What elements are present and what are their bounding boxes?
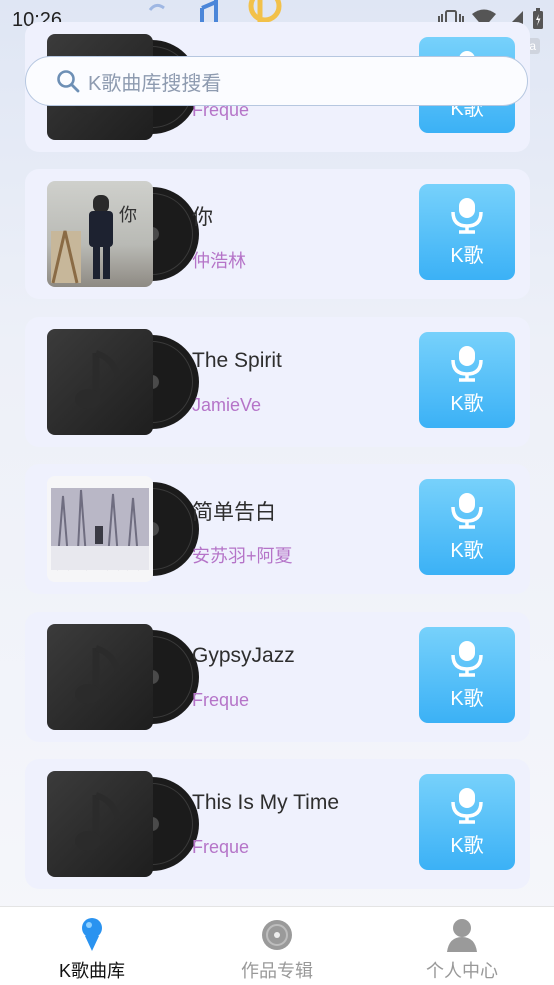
song-artist: Freque — [192, 690, 250, 710]
search-placeholder: K歌曲库搜搜看 — [88, 72, 222, 95]
music-note-icon — [75, 792, 121, 851]
karaoke-button[interactable]: K歌 — [419, 627, 515, 723]
music-note-icon — [75, 645, 121, 704]
album-cover-photo: 你 — [47, 181, 153, 287]
album-art — [47, 624, 199, 730]
song-card[interactable]: GypsyJazz Freque K歌 — [25, 612, 530, 742]
search-icon — [57, 70, 80, 93]
karaoke-label: K歌 — [450, 540, 484, 562]
music-note-icon — [75, 350, 121, 409]
disc-icon — [262, 920, 292, 950]
search-bar[interactable]: K歌曲库搜搜看 — [25, 56, 528, 106]
song-title: GypsyJazz — [192, 644, 295, 667]
karaoke-label: K歌 — [450, 688, 484, 710]
album-art — [47, 329, 199, 435]
album-art — [47, 476, 199, 582]
microphone-icon — [451, 493, 483, 529]
album-art — [47, 771, 199, 877]
tab-k-song-library[interactable]: K歌曲库 — [0, 907, 184, 985]
svg-text:你: 你 — [119, 205, 137, 226]
microphone-icon — [451, 788, 483, 824]
album-art: 你 — [47, 181, 199, 287]
song-card[interactable]: The Spirit JamieVe K歌 — [25, 317, 530, 447]
tab-works-album[interactable]: 作品专辑 — [185, 907, 369, 985]
album-cover-default — [47, 329, 153, 435]
song-title: The Spirit — [192, 349, 282, 372]
karaoke-button[interactable]: K歌 — [419, 774, 515, 870]
song-card[interactable]: This Is My Time Freque K歌 — [25, 759, 530, 889]
album-cover-default — [47, 624, 153, 730]
tab-label: 个人中心 — [426, 961, 498, 981]
song-title: This Is My Time — [192, 791, 340, 814]
profile-icon — [447, 919, 477, 952]
album-cover-default — [47, 771, 153, 877]
song-artist: 仲浩林 — [192, 251, 246, 271]
karaoke-button[interactable]: K歌 — [419, 332, 515, 428]
battery-icon — [533, 8, 543, 29]
karaoke-button[interactable]: K歌 — [419, 184, 515, 280]
microphone-icon — [82, 918, 102, 951]
karaoke-button[interactable]: K歌 — [419, 479, 515, 575]
karaoke-label: K歌 — [450, 835, 484, 857]
microphone-icon — [451, 641, 483, 677]
song-artist: 安苏羽+阿夏 — [192, 546, 293, 566]
song-title: 你 — [192, 206, 213, 229]
tab-personal-center[interactable]: 个人中心 — [370, 907, 554, 985]
song-card[interactable]: 你 你 仲浩林 K歌 — [25, 169, 530, 299]
album-cover-photo — [47, 476, 153, 582]
tab-label: K歌曲库 — [58, 961, 125, 981]
song-artist: Freque — [192, 837, 250, 857]
song-artist: JamieVe — [192, 395, 262, 415]
karaoke-label: K歌 — [450, 245, 484, 267]
song-card[interactable]: 简单告白 安苏羽+阿夏 K歌 — [25, 464, 530, 594]
microphone-icon — [451, 198, 483, 234]
karaoke-label: K歌 — [450, 393, 484, 415]
tab-label: 作品专辑 — [241, 961, 313, 981]
bottom-tab-bar: K歌曲库 作品专辑 个人中心 — [0, 906, 554, 985]
song-title: 简单告白 — [192, 501, 276, 524]
microphone-icon — [451, 346, 483, 382]
